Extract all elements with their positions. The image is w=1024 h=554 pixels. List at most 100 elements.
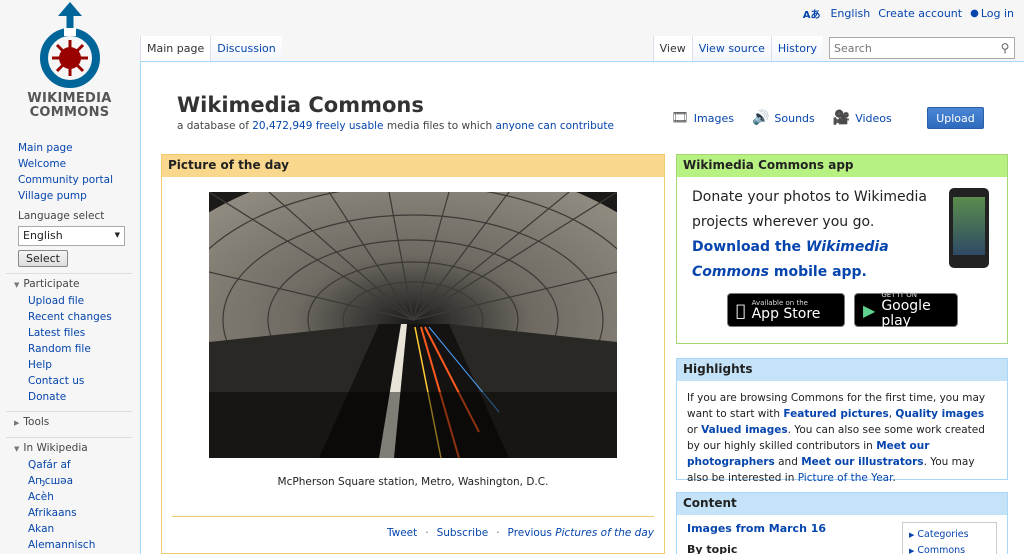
subtitle-text: a database of xyxy=(177,120,253,132)
app-text: Donate your photos to Wikimedia projects… xyxy=(692,185,937,285)
content-box: Content Images from March 16 By topic ▶ C… xyxy=(676,492,1008,554)
by-topic-heading: By topic xyxy=(687,543,738,554)
categories-link[interactable]: Categories xyxy=(917,529,968,540)
page-title: Wikimedia Commons xyxy=(177,93,424,117)
metro-station-photo xyxy=(209,192,617,458)
collapsed-triangle-icon: ▶ xyxy=(14,419,20,427)
app-store-badge[interactable]:  Available on theApp Store xyxy=(727,293,845,327)
sidebar-item-help[interactable]: Help xyxy=(0,357,140,373)
featured-pictures-link[interactable]: Featured pictures xyxy=(783,408,888,420)
login-link[interactable]: Log in xyxy=(981,7,1014,20)
google-play-big: Google play xyxy=(881,298,931,329)
images-label: Images xyxy=(693,111,734,125)
app-description: Donate your photos to Wikimedia projects… xyxy=(692,189,927,230)
participate-header[interactable]: ▼ Participate xyxy=(6,273,132,293)
in-wikipedia-label: In Wikipedia xyxy=(23,442,88,454)
search-input[interactable] xyxy=(830,41,996,55)
picture-of-the-year-link[interactable]: Picture of the Year xyxy=(798,472,893,484)
file-count-link[interactable]: 20,472,949 xyxy=(252,120,312,132)
potd-header: Picture of the day xyxy=(162,155,664,177)
sounds-link[interactable]: 🔊 Sounds xyxy=(752,110,815,126)
meet-illustrators-link[interactable]: Meet our illustrators xyxy=(801,456,923,468)
images-from-date-link[interactable]: Images from March 16 xyxy=(687,522,826,535)
previous-pictures-link[interactable]: Previous Pictures of the day xyxy=(508,527,654,539)
apple-icon:  xyxy=(736,301,746,320)
interlanguage-link[interactable]: Afrikaans xyxy=(0,505,140,521)
tools-header[interactable]: ▶ Tools xyxy=(6,411,132,431)
sidebar-item-community-portal[interactable]: Community portal xyxy=(0,172,140,188)
highlights-header: Highlights xyxy=(677,359,1007,381)
highlights-text-part: and xyxy=(774,456,802,468)
sounds-label: Sounds xyxy=(774,111,815,125)
interlanguage-link[interactable]: Qafár af xyxy=(0,457,140,473)
highlights-text: If you are browsing Commons for the firs… xyxy=(677,381,1007,486)
potd-caption: McPherson Square station, Metro, Washing… xyxy=(277,476,549,488)
dropdown-arrow-icon: ▼ xyxy=(114,231,120,239)
freely-usable-link[interactable]: freely usable xyxy=(316,120,384,132)
download-post: mobile app. xyxy=(769,264,867,280)
language-select[interactable]: English ▼ xyxy=(18,226,125,246)
sidebar-item-recent-changes[interactable]: Recent changes xyxy=(0,309,140,325)
download-pre: Download the xyxy=(692,239,806,255)
select-button[interactable]: Select xyxy=(18,250,68,267)
tweet-link[interactable]: Tweet xyxy=(387,527,417,539)
anyone-can-contribute-link[interactable]: anyone can contribute xyxy=(495,120,613,132)
potd-image[interactable] xyxy=(209,192,617,458)
sidebar-item-random-file[interactable]: Random file xyxy=(0,341,140,357)
content-header: Content xyxy=(677,493,1007,515)
tools-label: Tools xyxy=(23,416,50,428)
page-subtitle: a database of 20,472,949 freely usable m… xyxy=(177,120,614,132)
download-app-link[interactable]: Download the Wikimedia Commons mobile ap… xyxy=(692,239,889,280)
search-box: ⚲ xyxy=(829,37,1015,59)
valued-images-link[interactable]: Valued images xyxy=(701,424,788,436)
sidebar-item-village-pump[interactable]: Village pump xyxy=(0,188,140,204)
potd-divider xyxy=(172,516,654,517)
arrow-right-icon: ▶ xyxy=(909,531,915,539)
videos-link[interactable]: 🎥 Videos xyxy=(833,110,892,126)
film-reel-icon: 🎥 xyxy=(832,110,851,126)
sidebar-item-welcome[interactable]: Welcome xyxy=(0,156,140,172)
phone-image-icon xyxy=(949,188,989,268)
view-tabs: View View source History xyxy=(652,36,823,62)
arrow-right-icon: ▶ xyxy=(909,547,915,554)
wikimedia-commons-logo-icon xyxy=(39,2,100,88)
tab-view-source[interactable]: View source xyxy=(691,36,771,62)
app-store-big: App Store xyxy=(742,305,821,322)
commons-app-box: Wikimedia Commons app Donate your photos… xyxy=(676,154,1008,344)
sidebar-item-latest-files[interactable]: Latest files xyxy=(0,325,140,341)
images-link[interactable]: 🎞 Images xyxy=(671,110,734,126)
in-wikipedia-header[interactable]: ▼ In Wikipedia xyxy=(6,437,132,457)
google-play-badge[interactable]: ▶ GET IT ON Google play xyxy=(854,291,958,329)
logo[interactable]: WIKIMEDIA COMMONS xyxy=(12,0,127,132)
quality-images-link[interactable]: Quality images xyxy=(895,408,984,420)
commons-link[interactable]: Commons xyxy=(917,545,965,554)
play-icon: ▶ xyxy=(863,300,876,320)
participate-label: Participate xyxy=(23,278,80,290)
language-icon: Aあ xyxy=(802,10,821,21)
search-icon[interactable]: ⚲ xyxy=(996,41,1014,55)
side-nav-commons[interactable]: ▶ Commons xyxy=(909,543,990,554)
upload-button[interactable]: Upload xyxy=(927,107,984,129)
expanded-triangle-icon: ▼ xyxy=(14,445,20,453)
sidebar-item-main-page[interactable]: Main page xyxy=(0,140,140,156)
tab-view[interactable]: View xyxy=(652,36,692,62)
language-link[interactable]: English xyxy=(830,7,870,20)
subscribe-link[interactable]: Subscribe xyxy=(437,527,489,539)
interlanguage-link[interactable]: Аҧсшәа xyxy=(0,473,140,489)
app-header: Wikimedia Commons app xyxy=(677,155,1007,177)
create-account-link[interactable]: Create account xyxy=(878,7,962,20)
language-select-value: English xyxy=(23,229,63,242)
sidebar-item-contact-us[interactable]: Contact us xyxy=(0,373,140,389)
tab-history[interactable]: History xyxy=(770,36,823,62)
interlanguage-link[interactable]: Alemannisch xyxy=(0,537,140,553)
highlights-text-part: . xyxy=(892,472,896,484)
interlanguage-link[interactable]: Akan xyxy=(0,521,140,537)
picture-of-the-day-box: Picture of the day McPherson Square stat… xyxy=(161,154,665,554)
interlanguage-link[interactable]: Acèh xyxy=(0,489,140,505)
tab-discussion[interactable]: Discussion xyxy=(210,36,282,62)
sidebar-item-upload-file[interactable]: Upload file xyxy=(0,293,140,309)
sidebar-item-donate[interactable]: Donate xyxy=(0,389,140,405)
tab-main-page[interactable]: Main page xyxy=(140,36,211,62)
highlights-text-part: or xyxy=(687,424,702,436)
side-nav-categories[interactable]: ▶ Categories xyxy=(909,527,990,543)
